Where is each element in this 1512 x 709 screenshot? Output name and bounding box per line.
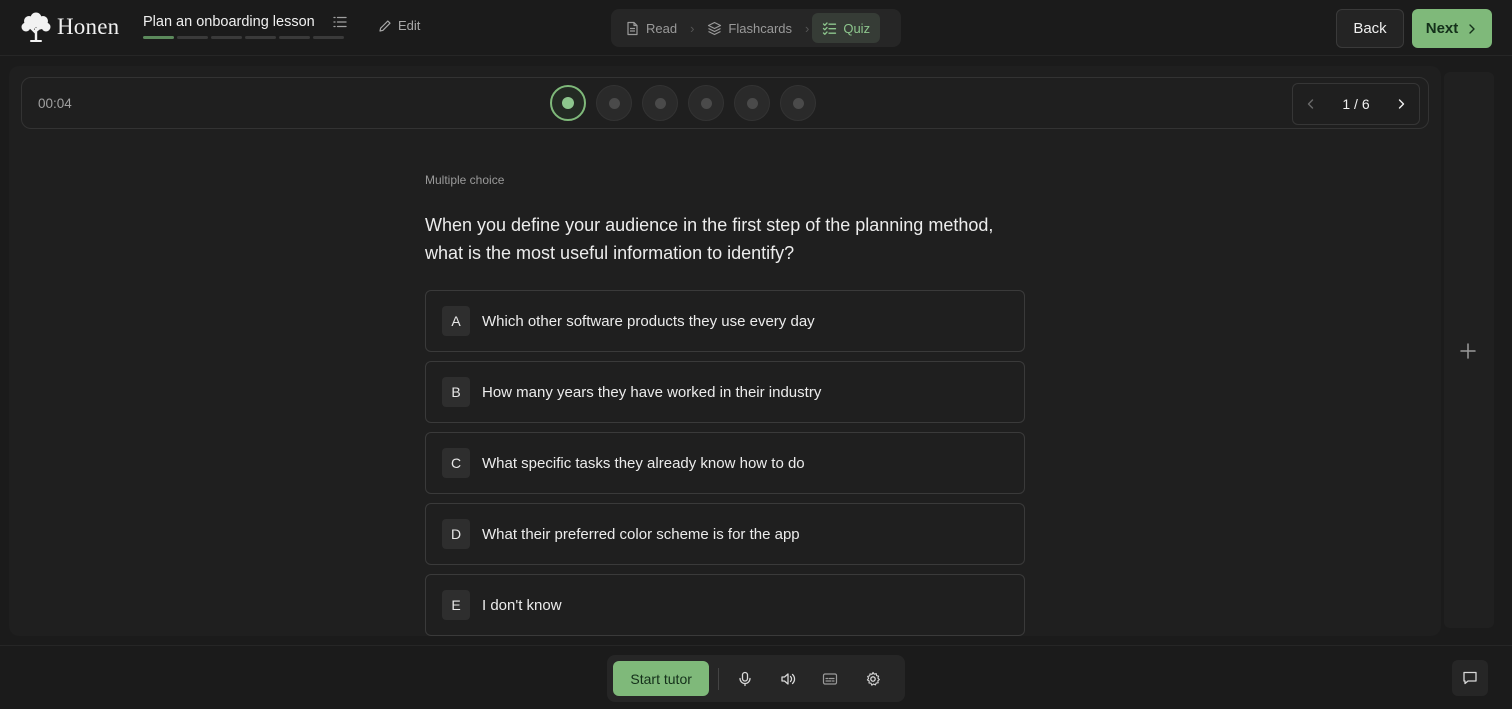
chat-button[interactable]: [1452, 660, 1488, 696]
dot-indicator: [562, 97, 574, 109]
chevron-right-icon: ›: [690, 20, 695, 36]
question-dot-1[interactable]: [550, 85, 586, 121]
tutor-controls: Start tutor: [607, 655, 905, 702]
layers-icon: [708, 21, 722, 35]
list-icon[interactable]: [333, 15, 347, 29]
tab-flashcards[interactable]: Flashcards: [697, 13, 802, 43]
back-button[interactable]: Back: [1336, 9, 1404, 48]
option-text: Which other software products they use e…: [482, 312, 815, 330]
lesson-progress: [143, 36, 344, 39]
speaker-icon: [781, 672, 796, 685]
next-label: Next: [1425, 20, 1459, 37]
microphone-button[interactable]: [729, 662, 761, 696]
lesson-title: Plan an onboarding lesson: [143, 14, 315, 30]
tab-read-label: Read: [646, 20, 678, 36]
chevron-right-icon[interactable]: [1395, 98, 1407, 110]
tab-read[interactable]: Read: [615, 13, 687, 43]
pager-text: 1 / 6: [1342, 96, 1370, 112]
lesson-header: Plan an onboarding lesson: [143, 14, 348, 39]
option-text: How many years they have worked in their…: [482, 383, 822, 401]
bottom-bar: Start tutor: [0, 645, 1512, 709]
answer-option-a[interactable]: A Which other software products they use …: [425, 290, 1025, 352]
option-letter: A: [442, 306, 470, 336]
option-letter: E: [442, 590, 470, 620]
edit-button[interactable]: Edit: [378, 18, 420, 33]
question-dots: [550, 85, 816, 121]
tab-quiz[interactable]: Quiz: [812, 13, 881, 43]
start-tutor-button[interactable]: Start tutor: [613, 661, 710, 696]
microphone-icon: [739, 671, 752, 686]
option-text: What their preferred color scheme is for…: [482, 525, 800, 543]
question-text: When you define your audience in the fir…: [425, 215, 994, 263]
captions-button[interactable]: [814, 662, 846, 696]
dot-indicator: [700, 97, 712, 109]
tab-flashcards-label: Flashcards: [728, 20, 792, 36]
progress-segment: [245, 36, 276, 39]
option-letter: B: [442, 377, 470, 407]
question-dot-6[interactable]: [780, 85, 816, 121]
answer-option-c[interactable]: C What specific tasks they already know h…: [425, 432, 1025, 494]
question-pager: 1 / 6: [1292, 83, 1420, 125]
brand-name: Honen: [57, 14, 120, 39]
option-letter: D: [442, 519, 470, 549]
brand[interactable]: Honen: [19, 12, 119, 42]
option-letter: C: [442, 448, 470, 478]
chevron-right-icon: ›: [805, 20, 810, 36]
next-button[interactable]: Next: [1412, 9, 1492, 48]
progress-segment: [313, 36, 344, 39]
tree-icon: [21, 12, 51, 42]
edit-label: Edit: [398, 18, 421, 33]
answer-option-d[interactable]: D What their preferred color scheme is fo…: [425, 503, 1025, 565]
checklist-icon: [823, 21, 837, 35]
settings-button[interactable]: [857, 662, 889, 696]
answer-options: A Which other software products they use …: [425, 290, 1025, 636]
dot-indicator: [792, 97, 804, 109]
progress-segment: [211, 36, 242, 39]
quiz-header: 00:04 1 / 6: [21, 77, 1429, 129]
answer-option-e[interactable]: E I don't know: [425, 574, 1025, 636]
option-text: I don't know: [482, 596, 562, 614]
progress-segment: [177, 36, 208, 39]
top-bar: Honen Plan an onboarding lesson Edit Rea…: [0, 0, 1512, 56]
mode-switch: Read › Flashcards › Quiz: [611, 9, 901, 47]
pencil-icon: [379, 19, 391, 32]
question-dot-2[interactable]: [596, 85, 632, 121]
quiz-panel: 00:04 1 / 6 Multiple choice When you def…: [9, 66, 1441, 636]
quiz-timer: 00:04: [38, 96, 72, 111]
question-area: Multiple choice When you define your aud…: [425, 173, 1025, 636]
question-dot-3[interactable]: [642, 85, 678, 121]
chat-icon: [1463, 671, 1477, 685]
dot-indicator: [746, 97, 758, 109]
answer-option-b[interactable]: B How many years they have worked in thei…: [425, 361, 1025, 423]
progress-segment: [279, 36, 310, 39]
question-dot-4[interactable]: [688, 85, 724, 121]
question-dot-5[interactable]: [734, 85, 770, 121]
captions-icon: [823, 672, 838, 685]
chevron-left-icon[interactable]: [1305, 98, 1317, 110]
divider: [718, 667, 720, 690]
progress-segment: [143, 36, 174, 39]
tab-quiz-label: Quiz: [843, 20, 871, 36]
dot-indicator: [654, 97, 666, 109]
dot-indicator: [608, 97, 620, 109]
document-icon: [627, 21, 638, 35]
speaker-button[interactable]: [772, 662, 804, 696]
chevron-right-icon: [1469, 23, 1475, 34]
option-text: What specific tasks they already know ho…: [482, 454, 805, 472]
question-type: Multiple choice: [425, 173, 505, 187]
side-rail: [1444, 72, 1494, 628]
plus-icon[interactable]: [1459, 342, 1477, 360]
gear-icon: [866, 671, 880, 686]
